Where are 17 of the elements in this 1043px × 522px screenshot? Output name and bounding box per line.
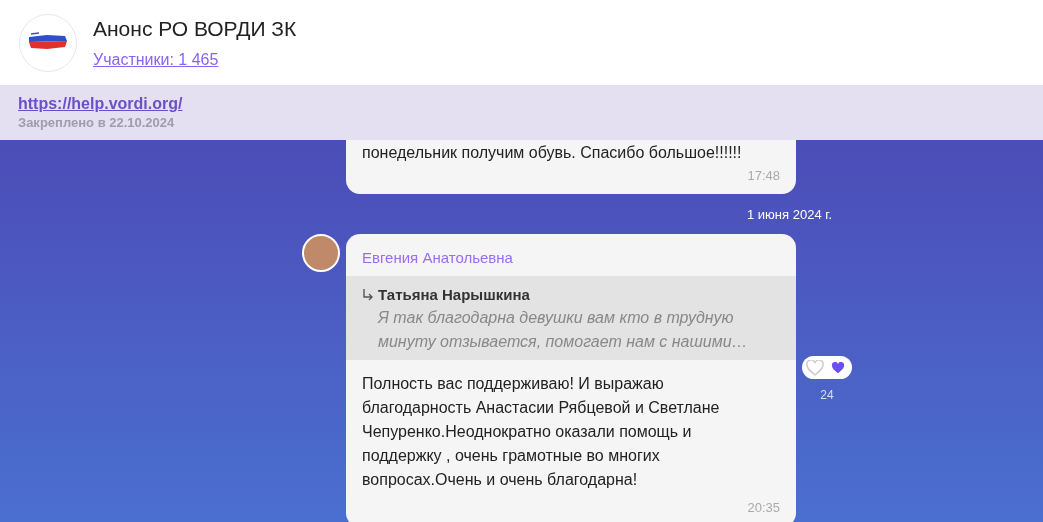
date-separator: 1 июня 2024 г. <box>747 205 832 224</box>
avatar <box>302 234 340 272</box>
chat-title: Анонс РО ВОРДИ ЗК <box>93 15 297 42</box>
message-time: 20:35 <box>746 498 781 517</box>
message-author: Евгения Анатольевна <box>361 248 514 268</box>
message-text: понедельник получим обувь. Спасибо большое!!!!!! <box>362 143 743 163</box>
members-link[interactable]: Участники: 1 465 <box>93 48 219 73</box>
reaction-count: 24 <box>820 387 834 404</box>
reply-arrow-icon <box>362 287 374 302</box>
pinned-link[interactable]: https://help.vordi.org/ <box>18 94 183 114</box>
message-time: 17:48 <box>746 167 780 185</box>
reaction-pill[interactable] <box>802 356 852 379</box>
heart-icon[interactable] <box>831 361 845 374</box>
quote-author: Татьяна Нарышкина <box>378 284 531 305</box>
message-text: Полность вас поддерживаю! И выражаю благодарность Анастасии Рябцевой и Светлане Чепуренко.Неоднократно оказали помощь и поддержку , очень грамотные во многих вопросах.Очень и очень благодарна! <box>361 373 721 490</box>
quote-text: Я так благодарна девушки вам кто в трудную минуту отзывается, помогает нам с нашими… <box>378 307 749 352</box>
pinned-caption: Закреплено в 22.10.2024 <box>18 114 176 132</box>
